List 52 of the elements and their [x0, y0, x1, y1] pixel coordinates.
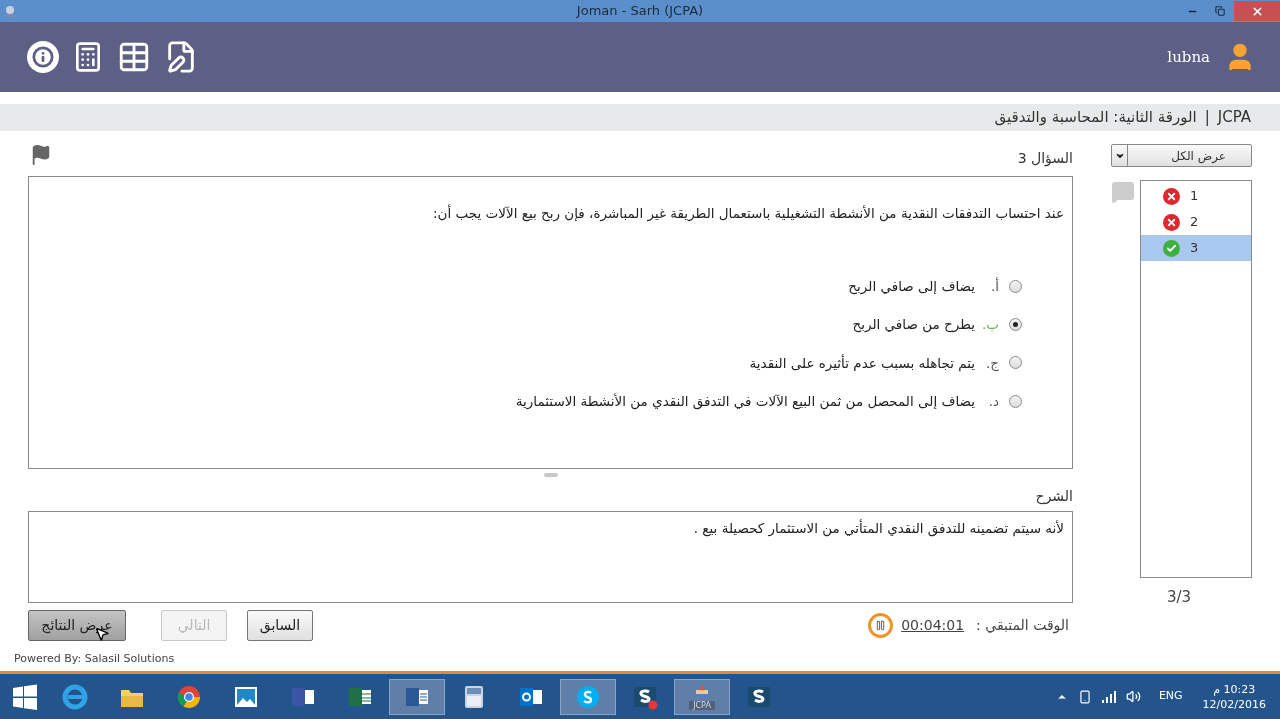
- radio-button[interactable]: [1009, 279, 1022, 293]
- option-letter: أ.: [989, 276, 999, 297]
- volume-icon[interactable]: [1125, 689, 1141, 704]
- window-title: Joman - Sarh (JCPA): [576, 2, 704, 21]
- pause-timer-icon[interactable]: [868, 613, 894, 639]
- explanation-text: لأنه سيتم تضمينه للتدفق النقدي المتأتي من الاستثمار كحصيلة بيع .: [692, 518, 1064, 539]
- close-icon: [1250, 4, 1264, 18]
- question-list-item[interactable]: 1: [1141, 183, 1251, 209]
- radio-button[interactable]: [1009, 318, 1022, 332]
- explanation-label: الشرح: [1035, 486, 1073, 507]
- question-text: عند احتساب التدفقات النقدية من الأنشطة التشغيلية باستعمال الطريقة غير المباشرة، فإن ربح بيع الآلات يجب أن:: [432, 203, 1064, 224]
- nav-button[interactable]: السابق: [247, 610, 313, 642]
- option-text[interactable]: يتم تجاهله بسبب عدم تأثيره على النقدية: [749, 352, 975, 373]
- option-letter: د.: [987, 391, 999, 411]
- flag-icon[interactable]: [30, 144, 52, 166]
- globe-icon[interactable]: [692, 683, 712, 701]
- radio-button[interactable]: [1009, 394, 1022, 408]
- chat-icon[interactable]: [575, 683, 601, 710]
- timer-value[interactable]: 00:04:01: [901, 615, 965, 637]
- exam-name: JCPA: [1217, 107, 1251, 129]
- option-text[interactable]: يضاف إلى المحصل من ثمن البيع الآلات في التدفق النقدي من الأنشطة الاستثمارية: [515, 390, 975, 412]
- question-list-item[interactable]: 3: [1141, 235, 1251, 261]
- radio-button[interactable]: [1009, 356, 1022, 370]
- signal-icon[interactable]: [1101, 690, 1116, 703]
- taskbar-button[interactable]: [389, 678, 445, 715]
- question-list-item[interactable]: 2: [1141, 209, 1251, 235]
- question-number: السؤال 3: [1017, 149, 1073, 169]
- timer-label: الوقت المتبقي :: [976, 616, 1069, 636]
- info-icon[interactable]: [27, 41, 59, 73]
- taskbar-button[interactable]: [560, 678, 616, 715]
- paper-title: الورقة الثانية: المحاسبة والتدقيق: [994, 107, 1197, 129]
- app-label: JCPA: [689, 701, 715, 710]
- app-icon: [3, 4, 17, 18]
- chrome-icon[interactable]: [176, 683, 202, 710]
- taskbar-button[interactable]: JCPA: [674, 678, 730, 715]
- separator: |: [1204, 107, 1210, 129]
- question-counter: 3/3: [1167, 587, 1193, 608]
- filter-dropdown[interactable]: عرض الكل: [1111, 144, 1252, 167]
- user-name: lubna: [1167, 46, 1210, 68]
- option-text[interactable]: يطرح من صافي الربح: [852, 314, 975, 335]
- restore-icon: [1215, 6, 1225, 16]
- globe-e-icon[interactable]: [62, 683, 88, 710]
- close-button[interactable]: [1234, 1, 1280, 21]
- language-indicator[interactable]: ENG: [1158, 688, 1183, 705]
- option-letter: ج.: [985, 353, 999, 373]
- start-icon[interactable]: [11, 682, 39, 711]
- table-icon[interactable]: [117, 40, 151, 74]
- option-text[interactable]: يضاف إلى صافي الربح: [848, 276, 975, 297]
- powered-by-text: Powered By: Salasil Solutions: [14, 651, 175, 668]
- phone-icon[interactable]: [1077, 689, 1092, 704]
- resize-handle[interactable]: [543, 473, 558, 478]
- option-letter: ب.: [985, 315, 999, 335]
